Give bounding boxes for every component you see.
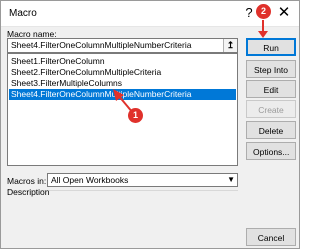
step-badge-1: 1: [128, 108, 143, 123]
annotation-arrows: [113, 20, 268, 114]
step-badge-2: 2: [256, 4, 271, 19]
arrow-to-run-head: [258, 31, 268, 38]
